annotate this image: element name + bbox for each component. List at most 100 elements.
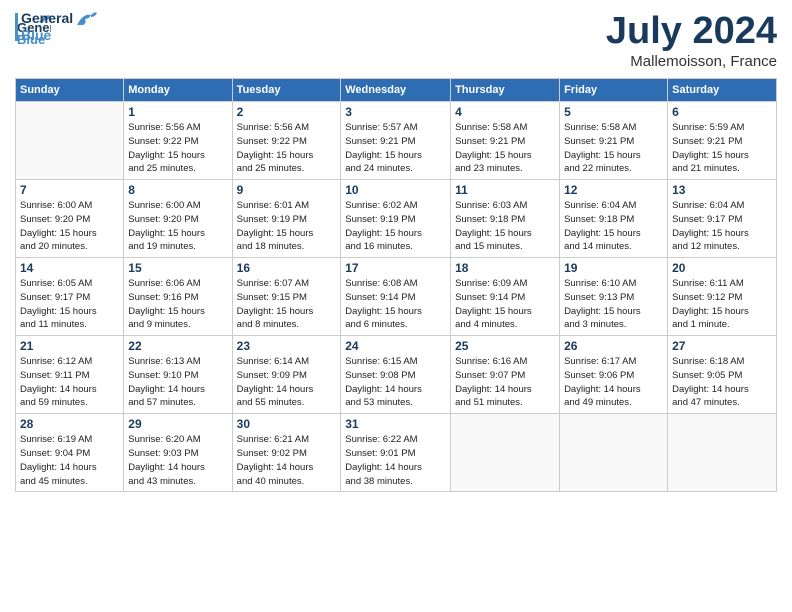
calendar-cell: 23 Sunrise: 6:14 AMSunset: 9:09 PMDayligh… bbox=[232, 336, 341, 414]
day-info: Sunrise: 6:06 AMSunset: 9:16 PMDaylight:… bbox=[128, 277, 227, 332]
day-info: Sunrise: 6:18 AMSunset: 9:05 PMDaylight:… bbox=[672, 355, 772, 410]
day-number: 25 bbox=[455, 339, 555, 353]
calendar-cell: 4 Sunrise: 5:58 AMSunset: 9:21 PMDaylight… bbox=[451, 102, 560, 180]
calendar-cell: 9 Sunrise: 6:01 AMSunset: 9:19 PMDaylight… bbox=[232, 180, 341, 258]
day-info: Sunrise: 6:14 AMSunset: 9:09 PMDaylight:… bbox=[237, 355, 337, 410]
day-number: 26 bbox=[564, 339, 663, 353]
calendar-week-3: 14 Sunrise: 6:05 AMSunset: 9:17 PMDayligh… bbox=[16, 258, 777, 336]
day-info: Sunrise: 6:20 AMSunset: 9:03 PMDaylight:… bbox=[128, 433, 227, 488]
day-info: Sunrise: 6:01 AMSunset: 9:19 PMDaylight:… bbox=[237, 199, 337, 254]
calendar-cell bbox=[560, 414, 668, 492]
calendar-cell: 24Sunrise: 6:15 AMSunset: 9:08 PMDayligh… bbox=[341, 336, 451, 414]
day-info: Sunrise: 5:58 AMSunset: 9:21 PMDaylight:… bbox=[564, 121, 663, 176]
day-info: Sunrise: 6:03 AMSunset: 9:18 PMDaylight:… bbox=[455, 199, 555, 254]
day-info: Sunrise: 6:09 AMSunset: 9:14 PMDaylight:… bbox=[455, 277, 555, 332]
day-number: 2 bbox=[237, 105, 337, 119]
calendar-body: 1Sunrise: 5:56 AMSunset: 9:22 PMDaylight… bbox=[16, 102, 777, 492]
day-info: Sunrise: 6:15 AMSunset: 9:08 PMDaylight:… bbox=[345, 355, 446, 410]
calendar-cell: 13Sunrise: 6:04 AMSunset: 9:17 PMDayligh… bbox=[668, 180, 777, 258]
day-info: Sunrise: 6:07 AMSunset: 9:15 PMDaylight:… bbox=[237, 277, 337, 332]
day-number: 8 bbox=[128, 183, 227, 197]
day-number: 18 bbox=[455, 261, 555, 275]
logo-general: General bbox=[21, 10, 73, 27]
day-number: 30 bbox=[237, 417, 337, 431]
day-number: 21 bbox=[20, 339, 119, 353]
header-day-sunday: Sunday bbox=[16, 79, 124, 102]
day-number: 4 bbox=[455, 105, 555, 119]
day-number: 7 bbox=[20, 183, 119, 197]
calendar-week-2: 7 Sunrise: 6:00 AMSunset: 9:20 PMDaylight… bbox=[16, 180, 777, 258]
logo: General Blue General Blue bbox=[15, 10, 97, 44]
page: General Blue General Blue bbox=[0, 0, 792, 502]
calendar-cell: 5Sunrise: 5:58 AMSunset: 9:21 PMDaylight… bbox=[560, 102, 668, 180]
day-info: Sunrise: 5:56 AMSunset: 9:22 PMDaylight:… bbox=[128, 121, 227, 176]
day-number: 22 bbox=[128, 339, 227, 353]
logo-blue: Blue bbox=[21, 27, 73, 44]
day-number: 9 bbox=[237, 183, 337, 197]
day-info: Sunrise: 6:08 AMSunset: 9:14 PMDaylight:… bbox=[345, 277, 446, 332]
location: Mallemoisson, France bbox=[606, 53, 777, 70]
calendar-cell: 31 Sunrise: 6:22 AMSunset: 9:01 PMDayligh… bbox=[341, 414, 451, 492]
calendar-cell: 7 Sunrise: 6:00 AMSunset: 9:20 PMDaylight… bbox=[16, 180, 124, 258]
title-block: July 2024 Mallemoisson, France bbox=[606, 10, 777, 70]
day-info: Sunrise: 6:10 AMSunset: 9:13 PMDaylight:… bbox=[564, 277, 663, 332]
day-info: Sunrise: 5:57 AMSunset: 9:21 PMDaylight:… bbox=[345, 121, 446, 176]
header-day-monday: Monday bbox=[124, 79, 232, 102]
calendar-cell: 25 Sunrise: 6:16 AMSunset: 9:07 PMDayligh… bbox=[451, 336, 560, 414]
calendar-cell: 30 Sunrise: 6:21 AMSunset: 9:02 PMDayligh… bbox=[232, 414, 341, 492]
calendar-cell: 20 Sunrise: 6:11 AMSunset: 9:12 PMDayligh… bbox=[668, 258, 777, 336]
calendar-week-1: 1Sunrise: 5:56 AMSunset: 9:22 PMDaylight… bbox=[16, 102, 777, 180]
calendar-cell: 21Sunrise: 6:12 AMSunset: 9:11 PMDayligh… bbox=[16, 336, 124, 414]
calendar-cell bbox=[16, 102, 124, 180]
day-number: 29 bbox=[128, 417, 227, 431]
day-info: Sunrise: 6:16 AMSunset: 9:07 PMDaylight:… bbox=[455, 355, 555, 410]
calendar-cell: 6 Sunrise: 5:59 AMSunset: 9:21 PMDaylight… bbox=[668, 102, 777, 180]
day-number: 31 bbox=[345, 417, 446, 431]
calendar-cell: 15Sunrise: 6:06 AMSunset: 9:16 PMDayligh… bbox=[124, 258, 232, 336]
calendar-cell: 16 Sunrise: 6:07 AMSunset: 9:15 PMDayligh… bbox=[232, 258, 341, 336]
day-number: 14 bbox=[20, 261, 119, 275]
calendar-cell: 2 Sunrise: 5:56 AMSunset: 9:22 PMDaylight… bbox=[232, 102, 341, 180]
day-number: 3 bbox=[345, 105, 446, 119]
day-info: Sunrise: 6:04 AMSunset: 9:18 PMDaylight:… bbox=[564, 199, 663, 254]
calendar-cell: 17Sunrise: 6:08 AMSunset: 9:14 PMDayligh… bbox=[341, 258, 451, 336]
calendar-week-4: 21Sunrise: 6:12 AMSunset: 9:11 PMDayligh… bbox=[16, 336, 777, 414]
header-day-wednesday: Wednesday bbox=[341, 79, 451, 102]
calendar-header-row: SundayMondayTuesdayWednesdayThursdayFrid… bbox=[16, 79, 777, 102]
calendar-cell: 12 Sunrise: 6:04 AMSunset: 9:18 PMDayligh… bbox=[560, 180, 668, 258]
day-info: Sunrise: 5:58 AMSunset: 9:21 PMDaylight:… bbox=[455, 121, 555, 176]
day-info: Sunrise: 6:04 AMSunset: 9:17 PMDaylight:… bbox=[672, 199, 772, 254]
day-number: 27 bbox=[672, 339, 772, 353]
header-day-saturday: Saturday bbox=[668, 79, 777, 102]
month-title: July 2024 bbox=[606, 10, 777, 53]
day-info: Sunrise: 6:19 AMSunset: 9:04 PMDaylight:… bbox=[20, 433, 119, 488]
day-info: Sunrise: 5:59 AMSunset: 9:21 PMDaylight:… bbox=[672, 121, 772, 176]
day-number: 28 bbox=[20, 417, 119, 431]
day-info: Sunrise: 6:05 AMSunset: 9:17 PMDaylight:… bbox=[20, 277, 119, 332]
day-info: Sunrise: 6:17 AMSunset: 9:06 PMDaylight:… bbox=[564, 355, 663, 410]
calendar-cell: 3 Sunrise: 5:57 AMSunset: 9:21 PMDaylight… bbox=[341, 102, 451, 180]
header: General Blue General Blue bbox=[15, 10, 777, 70]
day-number: 20 bbox=[672, 261, 772, 275]
day-number: 23 bbox=[237, 339, 337, 353]
day-info: Sunrise: 6:21 AMSunset: 9:02 PMDaylight:… bbox=[237, 433, 337, 488]
day-number: 16 bbox=[237, 261, 337, 275]
calendar-cell: 11Sunrise: 6:03 AMSunset: 9:18 PMDayligh… bbox=[451, 180, 560, 258]
day-info: Sunrise: 6:02 AMSunset: 9:19 PMDaylight:… bbox=[345, 199, 446, 254]
logo-bird-icon bbox=[75, 11, 97, 29]
day-info: Sunrise: 6:00 AMSunset: 9:20 PMDaylight:… bbox=[128, 199, 227, 254]
day-info: Sunrise: 6:13 AMSunset: 9:10 PMDaylight:… bbox=[128, 355, 227, 410]
calendar-cell: 22 Sunrise: 6:13 AMSunset: 9:10 PMDayligh… bbox=[124, 336, 232, 414]
day-info: Sunrise: 6:22 AMSunset: 9:01 PMDaylight:… bbox=[345, 433, 446, 488]
day-number: 12 bbox=[564, 183, 663, 197]
calendar-cell: 19Sunrise: 6:10 AMSunset: 9:13 PMDayligh… bbox=[560, 258, 668, 336]
calendar-cell: 1Sunrise: 5:56 AMSunset: 9:22 PMDaylight… bbox=[124, 102, 232, 180]
day-info: Sunrise: 6:00 AMSunset: 9:20 PMDaylight:… bbox=[20, 199, 119, 254]
calendar-cell: 18 Sunrise: 6:09 AMSunset: 9:14 PMDayligh… bbox=[451, 258, 560, 336]
calendar-week-5: 28 Sunrise: 6:19 AMSunset: 9:04 PMDayligh… bbox=[16, 414, 777, 492]
day-info: Sunrise: 6:11 AMSunset: 9:12 PMDaylight:… bbox=[672, 277, 772, 332]
day-number: 6 bbox=[672, 105, 772, 119]
day-number: 10 bbox=[345, 183, 446, 197]
day-info: Sunrise: 5:56 AMSunset: 9:22 PMDaylight:… bbox=[237, 121, 337, 176]
header-day-friday: Friday bbox=[560, 79, 668, 102]
